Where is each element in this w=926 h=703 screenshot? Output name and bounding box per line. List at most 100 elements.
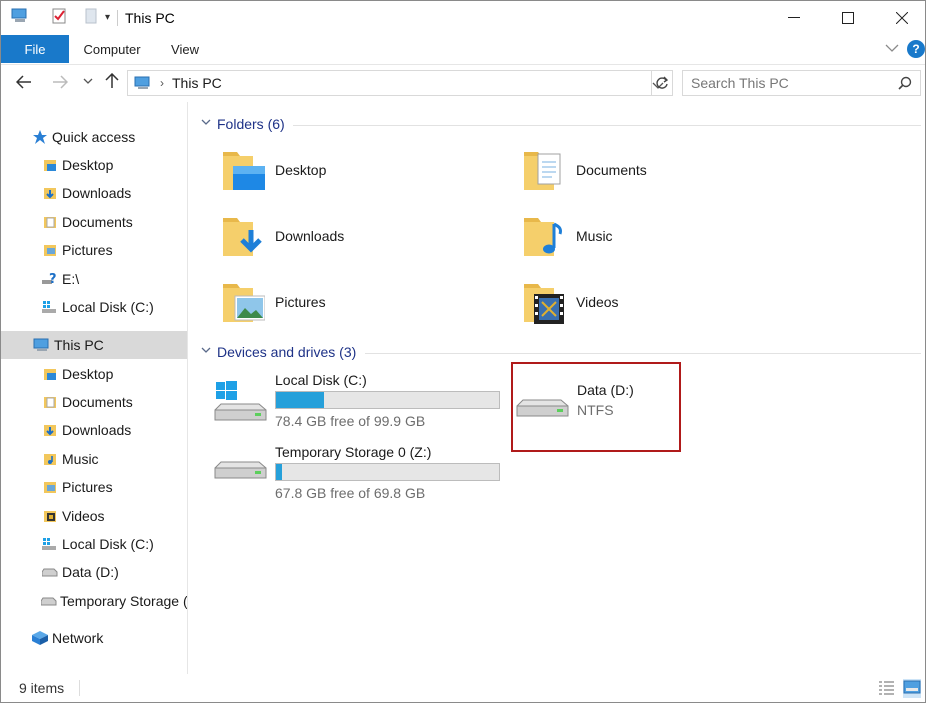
- sidebar-item-label: Network: [52, 630, 104, 646]
- folder-documents[interactable]: Documents: [522, 146, 647, 194]
- svg-text:?: ?: [49, 272, 57, 286]
- desktop-folder-icon: [41, 365, 59, 383]
- sidebar-item-desktop[interactable]: Desktop 📌: [41, 151, 187, 179]
- sidebar-item-pc-desktop[interactable]: Desktop: [41, 360, 187, 388]
- sidebar-item-pc-documents[interactable]: Documents: [41, 388, 187, 416]
- sidebar-item-this-pc[interactable]: This PC: [1, 331, 187, 359]
- sidebar-item-network[interactable]: Network: [31, 624, 187, 652]
- help-icon[interactable]: ?: [907, 40, 925, 58]
- search-placeholder: Search This PC: [691, 75, 789, 91]
- sidebar-item-label: Documents: [62, 394, 133, 410]
- sidebar-item-label: This PC: [54, 337, 104, 353]
- drive-local-disk-c[interactable]: Local Disk (C:) 78.4 GB free of 99.9 GB: [213, 372, 500, 432]
- tab-computer[interactable]: Computer: [73, 35, 151, 63]
- sidebar-item-label: Downloads: [62, 422, 132, 438]
- this-pc-icon: [134, 75, 152, 91]
- folder-label: Desktop: [275, 162, 327, 178]
- expand-ribbon-chevron-icon[interactable]: [885, 41, 899, 56]
- highlight-box: [511, 362, 681, 452]
- unknown-drive-icon: ?: [41, 270, 59, 288]
- sidebar-item-pc-videos[interactable]: Videos: [41, 502, 187, 530]
- sidebar-item-local-disk-c[interactable]: Local Disk (C:): [41, 293, 187, 321]
- breadcrumb-this-pc[interactable]: This PC: [172, 75, 222, 91]
- drive-icon: [213, 458, 269, 510]
- desktop-folder-icon: [41, 156, 59, 174]
- recent-locations-chevron-icon[interactable]: [77, 77, 99, 88]
- properties-icon[interactable]: [51, 8, 67, 27]
- details-view-icon[interactable]: [877, 679, 895, 698]
- sidebar-item-pc-pictures[interactable]: Pictures: [41, 473, 187, 501]
- divider: [293, 125, 921, 126]
- sidebar-item-label: Data (D:): [62, 564, 119, 580]
- explorer-window: ▾ This PC File Computer View ? › This PC…: [0, 0, 926, 703]
- drive-usage-fill: [276, 392, 324, 408]
- status-bar: 9 items: [1, 674, 925, 702]
- search-input[interactable]: Search This PC: [682, 70, 921, 96]
- folder-downloads[interactable]: Downloads: [221, 212, 344, 260]
- large-icons-view-icon[interactable]: [903, 679, 921, 698]
- sidebar-item-pc-music[interactable]: Music: [41, 445, 187, 473]
- ribbon-tabs: File Computer View ?: [1, 35, 925, 63]
- drive-icon: [41, 592, 57, 610]
- group-header-devices[interactable]: Devices and drives (3): [201, 344, 356, 360]
- sidebar-item-pictures[interactable]: Pictures 📌: [41, 236, 187, 264]
- customize-toolbar-chevron-icon[interactable]: ▾: [105, 12, 110, 23]
- tab-file[interactable]: File: [1, 35, 69, 63]
- search-icon[interactable]: [898, 76, 912, 93]
- sidebar-item-pc-local-disk-c[interactable]: Local Disk (C:): [41, 530, 187, 558]
- address-bar[interactable]: › This PC: [127, 70, 673, 96]
- separator: [117, 10, 118, 26]
- folder-label: Documents: [576, 162, 647, 178]
- folder-music[interactable]: Music: [522, 212, 613, 260]
- refresh-icon[interactable]: [651, 70, 673, 96]
- drive-usage-fill: [276, 464, 282, 480]
- sidebar-item-label: Pictures: [62, 242, 113, 258]
- sidebar-item-documents[interactable]: Documents 📌: [41, 208, 187, 236]
- drive-label: Temporary Storage 0 (Z:): [275, 444, 432, 460]
- drive-temporary-storage-z[interactable]: Temporary Storage 0 (Z:) 67.8 GB free of…: [213, 444, 500, 510]
- maximize-button[interactable]: [825, 1, 871, 35]
- network-icon: [31, 629, 49, 647]
- sidebar-item-label: Documents: [62, 214, 133, 230]
- item-count: 9 items: [19, 680, 65, 696]
- tab-view[interactable]: View: [159, 35, 211, 63]
- quick-access-toolbar: ▾: [11, 8, 110, 27]
- folder-pictures[interactable]: Pictures: [221, 278, 326, 326]
- downloads-folder-icon: [41, 184, 59, 202]
- sidebar-item-label: Temporary Storage (Z:): [60, 593, 187, 609]
- sidebar-item-label: Music: [62, 451, 99, 467]
- collapse-chevron-icon[interactable]: [201, 346, 211, 358]
- folder-desktop[interactable]: Desktop: [221, 146, 326, 194]
- up-arrow-icon[interactable]: [101, 72, 123, 94]
- sidebar-item-label: Quick access: [52, 129, 136, 145]
- forward-arrow-icon[interactable]: [49, 73, 71, 94]
- music-folder-icon: [522, 212, 566, 260]
- sidebar-item-pc-data-d[interactable]: Data (D:): [41, 558, 187, 586]
- group-title: Folders (6): [217, 116, 285, 132]
- pictures-folder-icon: [221, 278, 266, 326]
- this-pc-icon: [11, 8, 29, 27]
- sidebar-item-e-drive[interactable]: ? E:\: [41, 265, 187, 293]
- back-arrow-icon[interactable]: [13, 73, 35, 94]
- new-folder-icon[interactable]: [85, 8, 99, 27]
- drive-usage-bar: [275, 463, 500, 481]
- windows-drive-icon: [41, 298, 59, 316]
- sidebar-item-pc-temporary-storage[interactable]: Temporary Storage (Z:): [41, 587, 187, 615]
- drive-free-space: 78.4 GB free of 99.9 GB: [275, 413, 426, 429]
- group-title: Devices and drives (3): [217, 344, 357, 360]
- star-icon: [31, 128, 49, 146]
- close-button[interactable]: [879, 1, 925, 35]
- downloads-folder-icon: [221, 212, 265, 260]
- sidebar-item-quick-access[interactable]: Quick access: [31, 123, 187, 151]
- minimize-button[interactable]: [771, 1, 817, 35]
- sidebar-item-label: Local Disk (C:): [62, 299, 154, 315]
- collapse-chevron-icon[interactable]: [201, 118, 211, 130]
- sidebar-item-pc-downloads[interactable]: Downloads: [41, 416, 187, 444]
- drive-icon: [41, 563, 59, 581]
- sidebar-item-downloads[interactable]: Downloads 📌: [41, 179, 187, 207]
- folder-videos[interactable]: Videos: [522, 278, 619, 326]
- breadcrumb-chevron-icon[interactable]: ›: [160, 76, 164, 90]
- pictures-folder-icon: [41, 241, 59, 259]
- videos-folder-icon: [41, 507, 59, 525]
- group-header-folders[interactable]: Folders (6): [201, 116, 285, 132]
